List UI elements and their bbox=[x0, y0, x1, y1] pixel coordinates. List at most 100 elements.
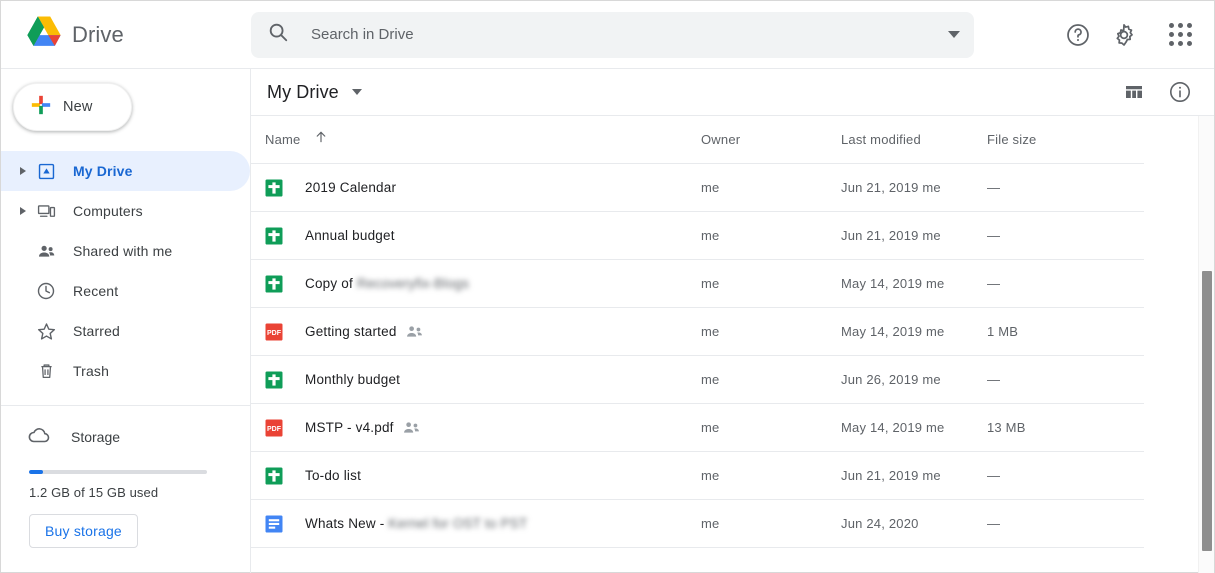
sidebar-item-trash[interactable]: Trash bbox=[1, 351, 250, 391]
sidebar-item-label: Trash bbox=[73, 363, 110, 379]
expand-triangle-icon[interactable] bbox=[15, 167, 31, 175]
cell-modified-text: Jun 21, 2019 me bbox=[841, 179, 941, 195]
column-header-owner[interactable]: Owner bbox=[701, 131, 841, 149]
cell-size-text: — bbox=[987, 515, 1001, 531]
storage-label: Storage bbox=[71, 429, 121, 445]
column-header-modified[interactable]: Last modified bbox=[841, 131, 987, 149]
cell-owner-text: me bbox=[701, 371, 720, 387]
plus-icon bbox=[30, 94, 63, 121]
docs-icon bbox=[265, 515, 283, 533]
file-name: Monthly budget bbox=[305, 372, 401, 387]
cell-owner: me bbox=[701, 515, 841, 533]
sidebar-item-label: Computers bbox=[73, 203, 143, 219]
sidebar: New My Drive Computers Shared with me Re… bbox=[1, 69, 251, 573]
apps-grid-icon[interactable] bbox=[1169, 23, 1192, 46]
table-row[interactable]: Monthly budget me Jun 26, 2019 me — bbox=[251, 356, 1144, 404]
brand[interactable]: Drive bbox=[1, 15, 251, 54]
file-name-redacted: Recoveryfix-Blogs bbox=[356, 276, 470, 291]
sidebar-item-shared-with-me[interactable]: Shared with me bbox=[1, 231, 250, 271]
table-row[interactable]: MSTP - v4.pdf me May 14, 2019 me 13 MB bbox=[251, 404, 1144, 452]
cell-owner: me bbox=[701, 371, 841, 389]
cell-name: Annual budget bbox=[251, 227, 701, 245]
sidebar-item-label: Starred bbox=[73, 323, 120, 339]
computers-icon bbox=[35, 200, 57, 222]
table-row[interactable]: Copy of Recoveryfix-Blogs me May 14, 2019 … bbox=[251, 260, 1144, 308]
cell-modified-text: Jun 26, 2019 me bbox=[841, 371, 941, 387]
info-icon[interactable] bbox=[1146, 80, 1192, 104]
search-options-chevron-down-icon[interactable] bbox=[948, 31, 960, 38]
cell-owner-text: me bbox=[701, 467, 720, 483]
cell-owner-text: me bbox=[701, 419, 720, 435]
help-icon[interactable] bbox=[1065, 22, 1091, 48]
vertical-scrollbar[interactable] bbox=[1198, 116, 1214, 573]
cell-owner: me bbox=[701, 419, 841, 437]
search-bar[interactable] bbox=[251, 11, 974, 58]
cell-owner: me bbox=[701, 323, 841, 341]
drive-logo-icon bbox=[25, 15, 72, 54]
cell-size-text: 13 MB bbox=[987, 419, 1026, 435]
table-row[interactable]: Getting started me May 14, 2019 me 1 MB bbox=[251, 308, 1144, 356]
column-label-owner: Owner bbox=[701, 131, 741, 147]
top-bar: Drive bbox=[1, 1, 1214, 69]
cell-owner-text: me bbox=[701, 515, 720, 531]
cell-name: Copy of Recoveryfix-Blogs bbox=[251, 275, 701, 293]
table-row[interactable]: Annual budget me Jun 21, 2019 me — bbox=[251, 212, 1144, 260]
file-name-redacted: Kernel for OST to PST bbox=[388, 516, 528, 531]
cell-owner-text: me bbox=[701, 179, 720, 195]
file-name: To-do list bbox=[305, 468, 362, 483]
column-header-size[interactable]: File size bbox=[987, 131, 1130, 149]
sort-ascending-arrow-icon bbox=[300, 130, 328, 149]
table-row[interactable]: Whats New - Kernel for OST to PST me Jun 2… bbox=[251, 500, 1144, 548]
people-icon bbox=[35, 240, 57, 262]
gear-icon[interactable] bbox=[1111, 22, 1137, 48]
cell-owner-text: me bbox=[701, 227, 720, 243]
breadcrumb[interactable]: My Drive bbox=[267, 82, 339, 103]
cell-modified: May 14, 2019 me bbox=[841, 275, 987, 293]
table-header-row: Name Owner Last modified File size bbox=[251, 116, 1144, 164]
cell-name: 2019 Calendar bbox=[251, 179, 701, 197]
cell-modified-text: Jun 21, 2019 me bbox=[841, 227, 941, 243]
cell-name: Monthly budget bbox=[251, 371, 701, 389]
sidebar-item-my-drive[interactable]: My Drive bbox=[1, 151, 250, 191]
cell-size: 13 MB bbox=[987, 419, 1130, 437]
storage-section: Storage 1.2 GB of 15 GB used Buy storage bbox=[1, 406, 250, 548]
table-row[interactable]: 2019 Calendar me Jun 21, 2019 me — bbox=[251, 164, 1144, 212]
cell-name: To-do list bbox=[251, 467, 701, 485]
storage-progress-bar bbox=[29, 470, 207, 474]
cell-owner-text: me bbox=[701, 323, 720, 339]
cell-owner: me bbox=[701, 467, 841, 485]
column-label-modified: Last modified bbox=[841, 131, 921, 147]
cell-modified: Jun 26, 2019 me bbox=[841, 371, 987, 389]
expand-triangle-icon[interactable] bbox=[15, 207, 31, 215]
cell-size-text: — bbox=[987, 227, 1001, 243]
cell-modified: Jun 24, 2020 bbox=[841, 515, 987, 533]
cell-owner: me bbox=[701, 227, 841, 245]
cell-modified: May 14, 2019 me bbox=[841, 323, 987, 341]
cell-size-text: — bbox=[987, 467, 1001, 483]
main-header: My Drive bbox=[251, 69, 1214, 116]
cell-modified: May 14, 2019 me bbox=[841, 419, 987, 437]
breadcrumb-chevron-down-icon[interactable] bbox=[351, 89, 362, 95]
sheets-icon bbox=[265, 371, 283, 389]
new-button[interactable]: New bbox=[13, 83, 132, 131]
column-label-name: Name bbox=[265, 132, 301, 147]
cell-size: — bbox=[987, 467, 1130, 485]
column-header-name[interactable]: Name bbox=[251, 130, 701, 149]
grid-view-icon[interactable] bbox=[1100, 80, 1146, 104]
sidebar-item-starred[interactable]: Starred bbox=[1, 311, 250, 351]
sidebar-nav: My Drive Computers Shared with me Recent… bbox=[1, 151, 250, 391]
file-name: MSTP - v4.pdf bbox=[305, 420, 394, 435]
cell-size: — bbox=[987, 275, 1130, 293]
storage-header[interactable]: Storage bbox=[1, 420, 250, 454]
cell-modified: Jun 21, 2019 me bbox=[841, 227, 987, 245]
sidebar-item-recent[interactable]: Recent bbox=[1, 271, 250, 311]
buy-storage-button[interactable]: Buy storage bbox=[29, 514, 138, 548]
pdf-icon bbox=[265, 419, 283, 437]
storage-progress-fill bbox=[29, 470, 44, 474]
scrollbar-thumb[interactable] bbox=[1202, 271, 1212, 551]
cloud-icon bbox=[27, 423, 71, 452]
search-area bbox=[251, 11, 976, 58]
sidebar-item-computers[interactable]: Computers bbox=[1, 191, 250, 231]
table-row[interactable]: To-do list me Jun 21, 2019 me — bbox=[251, 452, 1144, 500]
search-input[interactable] bbox=[311, 26, 938, 43]
